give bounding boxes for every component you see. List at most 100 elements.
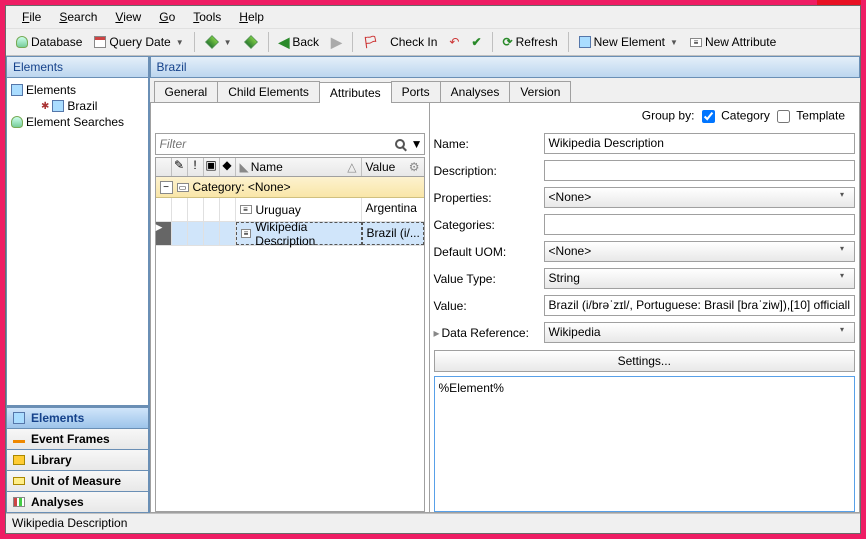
- calendar-icon: [94, 36, 106, 48]
- dataref-dropdown[interactable]: Wikipedia▾: [544, 322, 855, 343]
- name-label: Name:: [434, 137, 544, 151]
- menu-search[interactable]: Search: [51, 8, 105, 26]
- nav-elements[interactable]: Elements: [7, 407, 148, 428]
- attribute-detail-panel: Group by: Category Template Name:Wikiped…: [430, 103, 859, 512]
- nav-dropdown[interactable]: ▼: [201, 33, 236, 51]
- checkin-button[interactable]: Check In: [386, 33, 441, 51]
- categories-field[interactable]: [544, 214, 855, 235]
- groupby-template-checkbox[interactable]: [777, 110, 790, 123]
- table-row[interactable]: ≡Uruguay Argentina: [156, 198, 424, 222]
- window-body: File Search View Go Tools Help Database …: [5, 5, 861, 534]
- database-button[interactable]: Database: [12, 33, 86, 51]
- nav-analyses[interactable]: Analyses: [7, 491, 148, 512]
- event-frame-icon: [13, 440, 25, 443]
- tree-element-searches[interactable]: Element Searches: [9, 114, 146, 130]
- config-textarea[interactable]: %Element%: [434, 376, 855, 512]
- uom-dropdown[interactable]: <None>▾: [544, 241, 855, 262]
- tab-general[interactable]: General: [154, 81, 219, 102]
- nav-library[interactable]: Library: [7, 449, 148, 470]
- col-ref-icon[interactable]: ◆: [220, 158, 236, 176]
- tree-item-brazil[interactable]: ✱ Brazil: [39, 98, 146, 114]
- col-pin-icon[interactable]: ✎: [172, 158, 188, 176]
- valuetype-dropdown[interactable]: String▾: [544, 268, 855, 289]
- filter-search-button[interactable]: ▼: [394, 134, 424, 154]
- element-icon: [579, 36, 591, 48]
- tab-version[interactable]: Version: [509, 81, 571, 102]
- tab-ports[interactable]: Ports: [391, 81, 441, 102]
- chevron-down-icon: ▾: [834, 244, 850, 259]
- uom-label: Default UOM:: [434, 245, 544, 259]
- description-field[interactable]: [544, 160, 855, 181]
- elements-tree[interactable]: Elements ✱ Brazil Element Searches: [6, 78, 149, 406]
- tab-body: ▼ ✎ ! ▣ ◆ ◣Name△ Value⚙ − ▭: [150, 103, 860, 513]
- table-row[interactable]: ▶ ≡Wikipedia Description Brazil (i/...: [156, 222, 424, 246]
- checkmark-icon: 🏳: [363, 35, 378, 49]
- context-bar: Brazil: [150, 56, 860, 78]
- col-value[interactable]: Value⚙: [362, 158, 424, 176]
- collapse-icon[interactable]: −: [160, 181, 173, 194]
- menu-tools[interactable]: Tools: [185, 8, 229, 26]
- menu-go[interactable]: Go: [151, 8, 183, 26]
- name-field[interactable]: Wikipedia Description: [544, 133, 855, 154]
- col-type-icon[interactable]: ▣: [204, 158, 220, 176]
- analyses-icon: [13, 497, 25, 507]
- element-icon: [13, 412, 25, 424]
- nav-forward-small[interactable]: [240, 33, 262, 51]
- category-icon: ▭: [177, 183, 189, 192]
- nav-event-frames[interactable]: Event Frames: [7, 428, 148, 449]
- value-label: Value:: [434, 299, 544, 313]
- checkin-icon-button[interactable]: 🏳: [359, 33, 382, 51]
- categories-label: Categories:: [434, 218, 544, 232]
- statusbar: Wikipedia Description: [6, 513, 860, 533]
- properties-label: Properties:: [434, 191, 544, 205]
- element-icon: [52, 100, 64, 112]
- col-lock-icon[interactable]: !: [188, 158, 204, 176]
- chevron-down-icon: ▾: [834, 271, 850, 286]
- left-column: Elements Elements ✱ Brazil Element Searc…: [6, 56, 150, 513]
- properties-dropdown[interactable]: <None>▾: [544, 187, 855, 208]
- content-area: Elements Elements ✱ Brazil Element Searc…: [6, 56, 860, 513]
- menu-view[interactable]: View: [107, 8, 149, 26]
- menubar: File Search View Go Tools Help: [6, 6, 860, 28]
- group-by-row: Group by: Category Template: [434, 103, 855, 130]
- right-column: Brazil General Child Elements Attributes…: [150, 56, 860, 513]
- searches-icon: [11, 116, 23, 128]
- filter-input[interactable]: [156, 134, 394, 154]
- value-field[interactable]: Brazil (i/brəˈzɪl/, Portuguese: Brasil […: [544, 295, 855, 316]
- checkout-button[interactable]: ✔: [467, 33, 485, 51]
- cube-icon: [205, 35, 219, 49]
- tab-child-elements[interactable]: Child Elements: [217, 81, 320, 102]
- undo-icon: ↶: [449, 35, 459, 49]
- new-element-button[interactable]: New Element▼: [575, 33, 682, 51]
- left-nav: Elements Event Frames Library Unit of Me…: [6, 406, 149, 513]
- attribute-icon: ≡: [690, 38, 702, 47]
- grid-header: ✎ ! ▣ ◆ ◣Name△ Value⚙: [155, 157, 425, 177]
- category-row[interactable]: − ▭ Category: <None>: [156, 177, 424, 198]
- expand-icon[interactable]: ▸: [434, 326, 442, 340]
- nav-uom[interactable]: Unit of Measure: [7, 470, 148, 491]
- tab-analyses[interactable]: Analyses: [440, 81, 511, 102]
- filter-row: ▼: [155, 133, 425, 155]
- valuetype-label: Value Type:: [434, 272, 544, 286]
- settings-button[interactable]: Settings...: [434, 350, 855, 372]
- element-icon: [11, 84, 23, 96]
- back-button[interactable]: ◀Back: [275, 32, 323, 53]
- tab-attributes[interactable]: Attributes: [319, 82, 392, 103]
- col-name[interactable]: ◣Name△: [236, 158, 362, 176]
- groupby-category-checkbox[interactable]: [702, 110, 715, 123]
- query-date-button[interactable]: Query Date▼: [90, 33, 187, 51]
- library-icon: [13, 455, 25, 465]
- modified-icon: ✱: [41, 101, 49, 112]
- chevron-down-icon: ▾: [834, 325, 850, 340]
- undo-button[interactable]: ↶: [445, 33, 463, 51]
- tabstrip: General Child Elements Attributes Ports …: [150, 78, 860, 103]
- menu-help[interactable]: Help: [231, 8, 272, 26]
- left-panel-header: Elements: [6, 56, 149, 78]
- refresh-button[interactable]: ⟳Refresh: [499, 33, 562, 51]
- forward-button[interactable]: ▶: [327, 32, 346, 53]
- search-icon: [395, 139, 405, 149]
- new-attribute-button[interactable]: ≡New Attribute: [686, 33, 780, 51]
- tree-root-elements[interactable]: Elements: [9, 82, 146, 98]
- menu-file[interactable]: File: [14, 8, 49, 26]
- dataref-label: Data Reference:: [442, 326, 544, 340]
